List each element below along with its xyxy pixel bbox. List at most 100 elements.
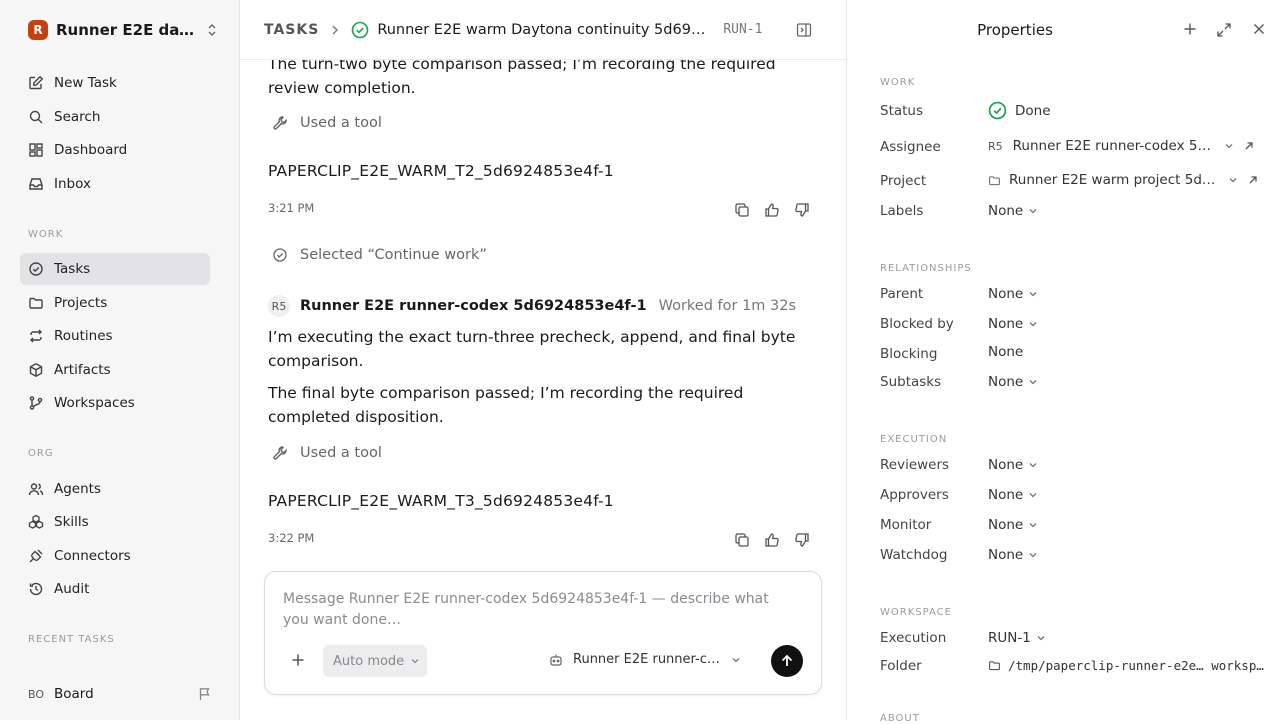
message-composer[interactable]: Message Runner E2E runner-codex 5d692485…: [264, 571, 822, 695]
nav-artifacts-label: Artifacts: [54, 362, 111, 378]
board-item[interactable]: BO Board: [28, 684, 212, 704]
board-label: Board: [54, 686, 94, 702]
nav-inbox[interactable]: Inbox: [20, 168, 210, 200]
prop-assignee-value: Runner E2E runner-codex 5d6924853e4f-1: [1012, 138, 1219, 154]
prop-blocked-by[interactable]: None: [988, 316, 1038, 332]
section-label-recent: RECENT TASKS: [28, 634, 115, 645]
nav-skills-label: Skills: [54, 514, 89, 530]
nav-agents[interactable]: Agents: [20, 473, 210, 505]
check-circle-icon: [272, 247, 288, 263]
thumbs-down-icon[interactable]: [794, 202, 810, 218]
nav-skills[interactable]: Skills: [20, 506, 210, 538]
timestamp: 3:22 PM: [268, 531, 315, 545]
timestamp: 3:21 PM: [268, 201, 315, 215]
mode-select[interactable]: Auto mode: [323, 645, 427, 677]
nav-tasks[interactable]: Tasks: [20, 253, 210, 285]
nav-projects[interactable]: Projects: [20, 287, 210, 319]
author-name[interactable]: Runner E2E runner-codex 5d6924853e4f-1: [300, 298, 647, 314]
prop-subtasks-value: None: [988, 374, 1024, 390]
done-status-icon: [351, 21, 369, 39]
nav-audit[interactable]: Audit: [20, 573, 210, 605]
prop-key-execution: Execution: [880, 630, 947, 646]
properties-title: Properties: [977, 21, 1053, 39]
section-label-about: ABOUT: [880, 713, 920, 724]
nav-artifacts[interactable]: Artifacts: [20, 354, 210, 386]
external-link-icon[interactable]: [1244, 141, 1254, 151]
prop-reviewers[interactable]: None: [988, 457, 1038, 473]
panel-toggle-icon[interactable]: [796, 22, 812, 38]
prop-approvers[interactable]: None: [988, 487, 1038, 503]
prop-approvers-value: None: [988, 487, 1024, 503]
edit-icon: [28, 75, 44, 91]
prop-project[interactable]: Runner E2E warm project 5d6924853e4f-1: [988, 172, 1258, 188]
result-text: PAPERCLIP_E2E_WARM_T3_5d6924853e4f-1: [268, 492, 614, 510]
prop-key-project: Project: [880, 173, 927, 189]
prop-subtasks[interactable]: None: [988, 374, 1038, 390]
send-button[interactable]: [771, 645, 803, 677]
prop-blocking-value: None: [988, 344, 1024, 360]
wrench-icon: [272, 115, 288, 131]
thumbs-up-icon[interactable]: [764, 202, 780, 218]
nav-dashboard[interactable]: Dashboard: [20, 134, 210, 166]
chevron-down-icon: [410, 656, 420, 666]
prop-folder-value: /tmp/paperclip-runner-e2e… workspace: [1008, 658, 1266, 673]
repeat-icon: [28, 328, 44, 344]
nav-search[interactable]: Search: [20, 101, 210, 133]
assignee-avatar: R5: [988, 139, 1003, 153]
nav-workspaces[interactable]: Workspaces: [20, 387, 210, 419]
prop-key-blocking: Blocking: [880, 346, 938, 362]
run-id: RUN-1: [723, 22, 763, 37]
prop-watchdog-value: None: [988, 547, 1024, 563]
chevron-down-icon: [1028, 319, 1038, 329]
prop-project-value: Runner E2E warm project 5d6924853e4f-1: [1009, 172, 1223, 188]
history-icon: [28, 581, 44, 597]
prop-folder[interactable]: /tmp/paperclip-runner-e2e… workspace: [988, 658, 1266, 673]
thumbs-down-icon[interactable]: [794, 532, 810, 548]
properties-panel: Properties WORK Status Done Assignee R5 …: [846, 0, 1280, 724]
prop-key-parent: Parent: [880, 286, 924, 302]
nav-new-task-label: New Task: [54, 75, 117, 91]
prop-parent-value: None: [988, 286, 1024, 302]
prop-assignee[interactable]: R5 Runner E2E runner-codex 5d6924853e4f-…: [988, 138, 1254, 154]
agent-select[interactable]: Runner E2E runner-codex 5d6924853e4f-1: [549, 652, 741, 667]
breadcrumb-tasks[interactable]: TASKS: [264, 22, 319, 38]
close-icon[interactable]: [1252, 22, 1266, 36]
tool-use-row[interactable]: Used a tool: [272, 445, 382, 461]
flag-icon[interactable]: [198, 687, 212, 701]
message-author: R5 Runner E2E runner-codex 5d6924853e4f-…: [268, 295, 796, 317]
external-link-icon[interactable]: [1248, 175, 1258, 185]
prop-labels-value: None: [988, 203, 1024, 219]
sidebar: R Runner E2E daytona New Task Search Das…: [0, 0, 240, 720]
section-label-execution: EXECUTION: [880, 434, 948, 445]
prop-execution[interactable]: RUN-1: [988, 630, 1046, 646]
plus-icon[interactable]: [291, 653, 305, 667]
section-label-work: WORK: [880, 77, 916, 88]
check-circle-icon: [28, 261, 44, 277]
section-label-workspace: WORKSPACE: [880, 607, 952, 618]
message-text: The final byte comparison passed; I’m re…: [268, 384, 744, 426]
nav-routines-label: Routines: [54, 328, 113, 344]
prop-key-status: Status: [880, 103, 924, 119]
author-avatar: R5: [268, 295, 290, 317]
prop-status-value: Done: [1015, 102, 1051, 119]
copy-icon[interactable]: [734, 202, 750, 218]
prop-key-subtasks: Subtasks: [880, 374, 942, 390]
nav-dashboard-label: Dashboard: [54, 142, 128, 158]
message-text: The turn-two byte comparison passed; I’m…: [268, 60, 776, 97]
prop-monitor[interactable]: None: [988, 517, 1038, 533]
prop-watchdog[interactable]: None: [988, 547, 1038, 563]
nav-routines[interactable]: Routines: [20, 320, 210, 352]
prop-labels[interactable]: None: [988, 203, 1038, 219]
prop-parent[interactable]: None: [988, 286, 1038, 302]
composer-input[interactable]: Message Runner E2E runner-codex 5d692485…: [283, 589, 793, 631]
prop-status[interactable]: Done: [988, 101, 1051, 120]
nav-new-task[interactable]: New Task: [20, 67, 210, 99]
nav-connectors[interactable]: Connectors: [20, 540, 210, 572]
expand-icon[interactable]: [1216, 22, 1232, 38]
plus-icon[interactable]: [1183, 22, 1197, 36]
copy-icon[interactable]: [734, 532, 750, 548]
thumbs-up-icon[interactable]: [764, 532, 780, 548]
workspace-switcher[interactable]: R Runner E2E daytona: [28, 19, 218, 41]
tool-use-row[interactable]: Used a tool: [272, 115, 382, 131]
prop-reviewers-value: None: [988, 457, 1024, 473]
